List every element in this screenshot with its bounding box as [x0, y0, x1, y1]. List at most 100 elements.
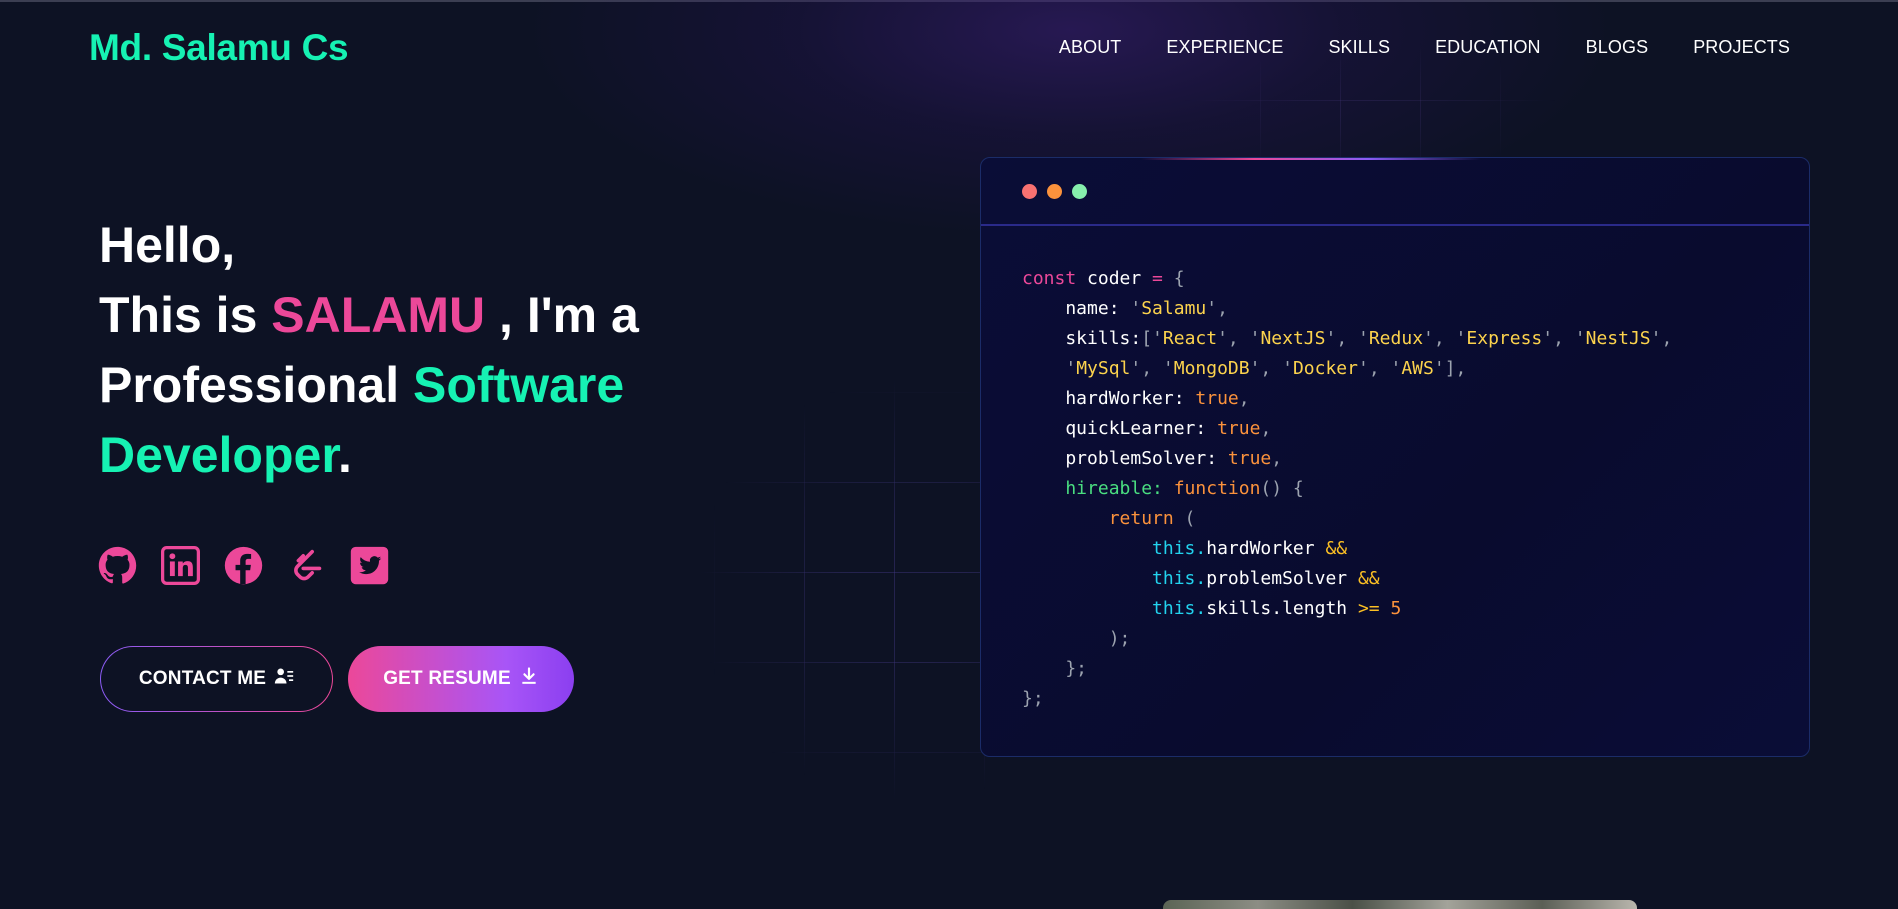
code-token: {: [1162, 268, 1185, 289]
code-token: return: [1022, 508, 1174, 529]
code-token: hireable:: [1022, 478, 1174, 499]
code-token: hardWorker: [1206, 538, 1326, 559]
code-token: NextJS: [1260, 328, 1326, 349]
code-token: ', ': [1249, 358, 1293, 379]
code-token: >=: [1357, 598, 1380, 619]
code-token: function: [1173, 478, 1261, 499]
code-token: ': [1130, 298, 1142, 319]
code-token: );: [1022, 628, 1131, 649]
linkedin-icon[interactable]: [161, 546, 200, 585]
nav-item-blogs[interactable]: BLOGS: [1586, 37, 1649, 58]
leetcode-icon[interactable]: [287, 546, 326, 585]
social-links: [98, 546, 389, 585]
code-token: name:: [1022, 298, 1131, 319]
nav-item-experience[interactable]: EXPERIENCE: [1166, 37, 1283, 58]
code-line: skills:['React', 'NextJS', 'Redux', 'Exp…: [1022, 324, 1809, 354]
code-token: ', ': [1217, 328, 1261, 349]
code-token: skills:: [1022, 328, 1142, 349]
code-line: hardWorker: true,: [1022, 384, 1809, 414]
hero-intro: This is: [99, 287, 272, 343]
code-token: quickLearner:: [1022, 418, 1218, 439]
nav-item-skills[interactable]: SKILLS: [1328, 37, 1390, 58]
twitter-icon[interactable]: [350, 546, 389, 585]
code-line: this.hardWorker &&: [1022, 534, 1809, 564]
profile-image-partial: [1163, 900, 1637, 909]
github-icon[interactable]: [98, 546, 137, 585]
code-line: return (: [1022, 504, 1809, 534]
code-token: Redux: [1368, 328, 1424, 349]
code-token: problemSolver: [1206, 568, 1358, 589]
code-token: &&: [1325, 538, 1348, 559]
download-icon: [519, 666, 539, 692]
hero-period: .: [338, 427, 352, 483]
code-token: ,: [1238, 388, 1250, 409]
nav-item-education[interactable]: EDUCATION: [1435, 37, 1541, 58]
hero-intro-suffix: , I'm a: [485, 287, 639, 343]
window-dot-green: [1072, 183, 1087, 199]
window-dot-orange: [1047, 183, 1062, 199]
code-window-accent: [1141, 158, 1481, 160]
code-token: Docker: [1292, 358, 1358, 379]
code-token: &&: [1357, 568, 1380, 589]
code-line: name: 'Salamu',: [1022, 294, 1809, 324]
contact-me-button[interactable]: CONTACT ME: [100, 646, 333, 712]
code-token: ', ': [1325, 328, 1369, 349]
code-token: ', ': [1423, 328, 1467, 349]
user-contact-icon: [274, 666, 294, 692]
get-resume-button[interactable]: GET RESUME: [348, 646, 574, 712]
hero-role-software: Software: [413, 357, 625, 413]
code-token: =: [1152, 268, 1163, 289]
code-token: hardWorker:: [1022, 388, 1196, 409]
code-token: ': [1022, 358, 1077, 379]
code-token: ',: [1206, 298, 1228, 319]
code-line: };: [1022, 654, 1809, 684]
code-token: const: [1022, 268, 1077, 289]
code-line: };: [1022, 684, 1809, 714]
hero-heading: Hello, This is SALAMU , I'm a Profession…: [99, 210, 699, 490]
code-token: MySql: [1076, 358, 1131, 379]
get-resume-label: GET RESUME: [383, 668, 511, 689]
hero-greeting: Hello,: [99, 217, 236, 273]
hero-professional: Professional: [99, 357, 413, 413]
code-token: true: [1217, 418, 1261, 439]
code-line: hireable: function() {: [1022, 474, 1809, 504]
code-window-header: [981, 158, 1809, 226]
code-line: );: [1022, 624, 1809, 654]
hero-name: SALAMU: [271, 287, 486, 343]
code-token: AWS: [1401, 358, 1434, 379]
code-token: ,: [1260, 418, 1272, 439]
code-token: 5: [1379, 598, 1402, 619]
code-token: this.: [1022, 598, 1207, 619]
code-token: ,: [1271, 448, 1283, 469]
window-dot-red: [1022, 183, 1037, 199]
code-token: [': [1141, 328, 1163, 349]
nav-item-about[interactable]: ABOUT: [1059, 37, 1122, 58]
code-token: ', ': [1357, 358, 1402, 379]
code-token: };: [1022, 688, 1044, 709]
top-border: [0, 0, 1898, 2]
code-token: this.: [1022, 538, 1207, 559]
hero-role-developer: Developer: [99, 427, 339, 483]
code-token: problemSolver:: [1022, 448, 1228, 469]
code-token: Salamu: [1141, 298, 1207, 319]
code-token: true: [1195, 388, 1239, 409]
code-token: MongoDB: [1173, 358, 1250, 379]
code-token: true: [1227, 448, 1272, 469]
code-token: Express: [1466, 328, 1543, 349]
code-line: this.skills.length >= 5: [1022, 594, 1809, 624]
code-token: React: [1162, 328, 1218, 349]
code-line: problemSolver: true,: [1022, 444, 1809, 474]
code-line: this.problemSolver &&: [1022, 564, 1809, 594]
nav-item-projects[interactable]: PROJECTS: [1693, 37, 1790, 58]
facebook-icon[interactable]: [224, 546, 263, 585]
code-token: () {: [1260, 478, 1304, 499]
contact-me-label: CONTACT ME: [138, 668, 267, 689]
brand-logo[interactable]: Md. Salamu Cs: [89, 27, 349, 69]
code-window: const coder = { name: 'Salamu', skills:[…: [980, 157, 1810, 757]
code-token: };: [1022, 658, 1088, 679]
code-token: this.: [1022, 568, 1207, 589]
code-line: const coder = {: [1022, 264, 1809, 294]
code-token: ',: [1650, 328, 1673, 349]
code-line: 'MySql', 'MongoDB', 'Docker', 'AWS'],: [1022, 354, 1809, 384]
code-token: NestJS: [1585, 328, 1651, 349]
